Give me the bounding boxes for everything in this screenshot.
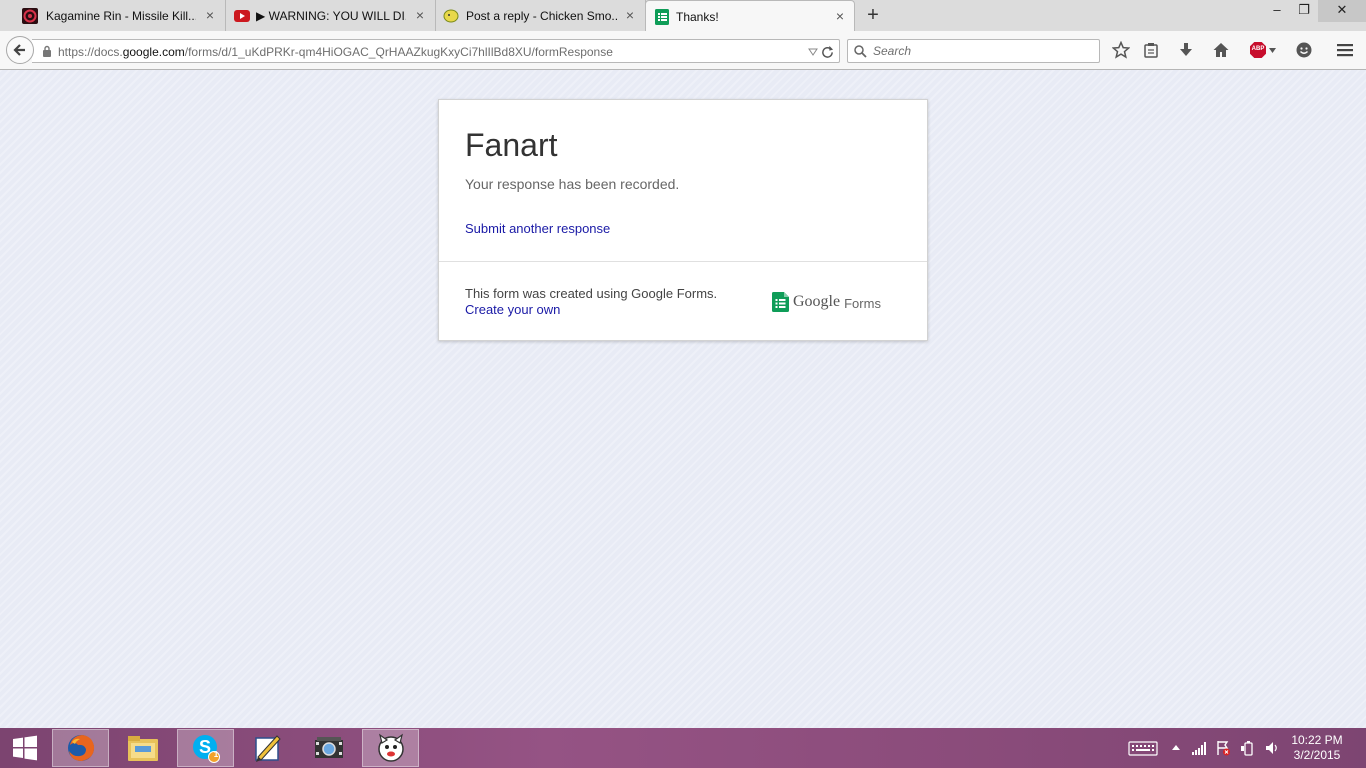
- tab-thanks[interactable]: Thanks! ×: [645, 0, 855, 32]
- bookmark-star-icon[interactable]: [1112, 41, 1130, 59]
- paint-tool-icon: [254, 735, 281, 762]
- taskbar-skype[interactable]: S 1: [177, 729, 234, 767]
- tab-title: ▶ WARNING: YOU WILL DI...: [256, 9, 406, 23]
- search-bar[interactable]: [847, 39, 1100, 63]
- logo-google-text: Google: [793, 293, 841, 310]
- search-input[interactable]: [873, 43, 1093, 59]
- tab-title: Post a reply - Chicken Smo...: [466, 9, 618, 23]
- form-response-card: Fanart Your response has been recorded. …: [438, 99, 928, 341]
- volume-icon[interactable]: [1264, 740, 1280, 756]
- google-forms-icon: [655, 9, 669, 25]
- close-icon[interactable]: ×: [413, 8, 427, 22]
- lock-icon[interactable]: [41, 45, 53, 57]
- taskbar: S 1 10:22 PM 3/2/2015: [0, 728, 1366, 768]
- taskbar-movie-maker[interactable]: [300, 729, 357, 767]
- show-hidden-icons-icon[interactable]: [1168, 740, 1184, 756]
- page-content: Fanart Your response has been recorded. …: [0, 70, 1366, 728]
- movie-maker-icon: [314, 737, 343, 758]
- close-icon[interactable]: ×: [203, 8, 217, 22]
- logo-forms-text: Forms: [844, 295, 881, 311]
- power-battery-icon[interactable]: [1240, 740, 1256, 756]
- tab-title: Thanks!: [676, 10, 719, 24]
- chevron-down-icon: [1269, 48, 1276, 53]
- clock-time: 10:22 PM: [1291, 733, 1343, 747]
- google-forms-sheet-icon: [772, 292, 789, 312]
- reload-icon[interactable]: [821, 45, 834, 58]
- game-app-icon: [377, 733, 404, 762]
- tab-title: Kagamine Rin - Missile Kill...: [46, 9, 196, 23]
- footer-text: This form was created using Google Forms…: [465, 286, 718, 301]
- system-clock[interactable]: 10:22 PM 3/2/2015: [1286, 733, 1348, 763]
- back-button[interactable]: [6, 36, 34, 64]
- chicken-smoothie-icon: [443, 9, 459, 23]
- minimize-button[interactable]: –: [1262, 0, 1292, 22]
- search-icon: [854, 45, 867, 58]
- clock-date: 3/2/2015: [1293, 748, 1341, 762]
- confirmation-message: Your response has been recorded.: [465, 176, 680, 192]
- skype-badge: 1: [213, 750, 219, 759]
- start-button[interactable]: [0, 729, 50, 767]
- adblock-plus-icon[interactable]: ABP: [1249, 41, 1277, 59]
- create-your-own-link[interactable]: Create your own: [465, 302, 560, 317]
- taskbar-firefox[interactable]: [52, 729, 109, 767]
- url-bar[interactable]: https://docs.google.com/forms/d/1_uKdPRK…: [32, 39, 840, 63]
- restore-button[interactable]: ❐: [1289, 0, 1319, 22]
- taskbar-game-app[interactable]: [362, 729, 419, 767]
- url-text[interactable]: https://docs.google.com/forms/d/1_uKdPRK…: [58, 45, 613, 59]
- submit-another-link[interactable]: Submit another response: [465, 221, 610, 236]
- taskbar-file-explorer[interactable]: [114, 729, 171, 767]
- google-forms-logo[interactable]: Google Forms: [772, 291, 881, 313]
- home-icon[interactable]: [1212, 41, 1230, 59]
- keyboard-icon[interactable]: [1128, 740, 1158, 756]
- menu-icon[interactable]: [1336, 41, 1354, 59]
- window-close-button[interactable]: ✕: [1318, 0, 1366, 22]
- signal-bars-icon[interactable]: [1191, 740, 1207, 756]
- windows-start-icon: [13, 735, 37, 761]
- firefox-icon: [67, 735, 94, 761]
- tab-youtube[interactable]: ▶ WARNING: YOU WILL DI... ×: [226, 0, 436, 31]
- action-center-flag-icon[interactable]: [1215, 740, 1231, 756]
- history-dropdown-icon[interactable]: [808, 47, 818, 57]
- close-icon[interactable]: ×: [833, 9, 847, 23]
- form-title: Fanart: [465, 127, 558, 163]
- tab-kagamine[interactable]: Kagamine Rin - Missile Kill... ×: [0, 0, 226, 31]
- file-explorer-icon: [127, 736, 158, 761]
- youtube-icon: [234, 10, 250, 22]
- circle-record-icon: [22, 8, 38, 24]
- reading-list-icon[interactable]: [1142, 41, 1160, 59]
- nav-bar: https://docs.google.com/forms/d/1_uKdPRK…: [0, 31, 1366, 70]
- taskbar-paint-tool[interactable]: [239, 729, 296, 767]
- new-tab-button[interactable]: +: [864, 5, 882, 25]
- tab-strip: Kagamine Rin - Missile Kill... × ▶ WARNI…: [0, 0, 1366, 32]
- hello-chat-icon[interactable]: [1295, 41, 1313, 59]
- divider: [439, 261, 927, 262]
- adblock-label: ABP: [1251, 46, 1265, 52]
- close-icon[interactable]: ×: [623, 8, 637, 22]
- arrow-left-icon: [13, 44, 25, 56]
- download-icon[interactable]: [1177, 41, 1195, 59]
- tab-chicken-smoothie[interactable]: Post a reply - Chicken Smo... ×: [436, 0, 646, 31]
